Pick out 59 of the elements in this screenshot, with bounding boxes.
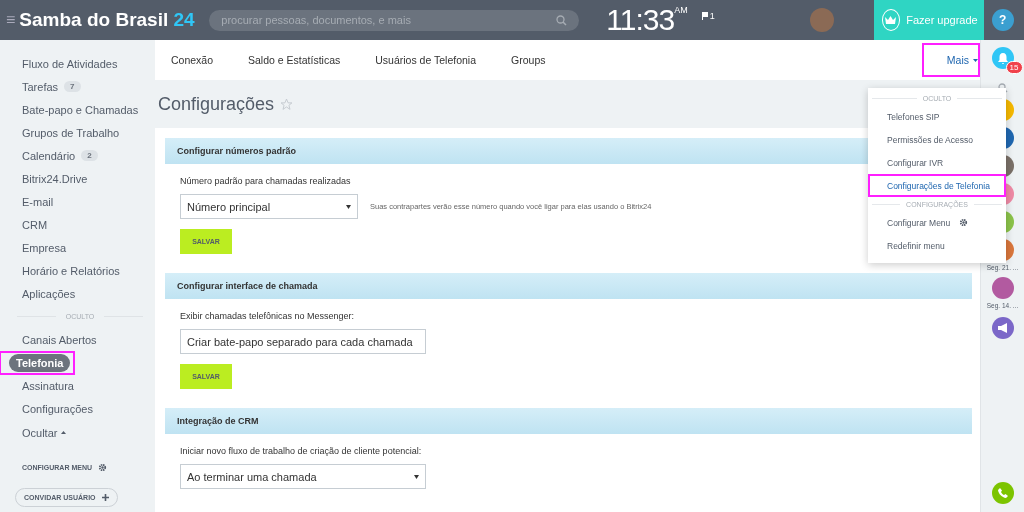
more-tab[interactable]: Mais xyxy=(946,50,978,70)
bell-icon xyxy=(997,52,1008,64)
sidebar-item[interactable]: Assinatura xyxy=(9,376,81,395)
menu-item[interactable]: Permissões de Acesso xyxy=(868,128,1006,151)
dropdown-select[interactable]: Número principal xyxy=(180,194,358,219)
sidebar-item[interactable]: Telefonia xyxy=(9,353,71,372)
caret-icon xyxy=(61,431,67,434)
sidebar-item[interactable]: Aplicações xyxy=(9,284,83,303)
search-field[interactable]: procurar pessoas, documentos, e mais xyxy=(209,9,580,31)
notification-badge: 15 xyxy=(1005,61,1023,74)
section-header: Integração de CRM xyxy=(165,408,972,434)
sidebar-item[interactable]: Bitrix24.Drive xyxy=(9,169,95,188)
contact-avatar[interactable] xyxy=(991,277,1014,299)
plus-icon xyxy=(101,494,109,501)
gear-icon xyxy=(959,218,969,227)
sidebar-item[interactable]: Fluxo de Atividades xyxy=(9,54,125,73)
sidebar-item[interactable]: Calendário 2 xyxy=(9,146,105,165)
menu-item[interactable]: Redefinir menu xyxy=(868,234,1006,257)
counter-badge: 7 xyxy=(64,81,81,92)
flag-counter[interactable]: 1 xyxy=(701,11,715,21)
field-label: Iniciar novo fluxo de trabalho de criação de cliente potencial: xyxy=(180,446,422,456)
field-label: Número padrão para chamadas realizadas xyxy=(180,176,351,186)
sidebar-item[interactable]: E-mail xyxy=(9,192,61,211)
phone-button[interactable] xyxy=(991,482,1014,504)
counter-badge: 2 xyxy=(81,150,98,161)
sidebar-item[interactable]: CRM xyxy=(9,215,55,234)
menu-item[interactable]: Telefones SIP xyxy=(868,105,1006,128)
clock: 11:33$^{AM}$ xyxy=(606,3,688,37)
avatar[interactable] xyxy=(809,8,834,32)
sidebar-item[interactable]: Canais Abertos xyxy=(9,330,104,349)
caret-icon xyxy=(346,204,351,209)
dropdown-select[interactable]: Ao terminar uma chamada xyxy=(180,464,426,489)
sidebar-item[interactable]: Empresa xyxy=(9,238,74,257)
sidebar-item[interactable]: Horário e Relatórios xyxy=(9,261,127,280)
tab[interactable]: Saldo e Estatísticas xyxy=(248,50,341,70)
tab[interactable]: Groups xyxy=(511,50,546,70)
sidebar-item[interactable]: Bate-papo e Chamadas xyxy=(9,100,146,119)
phone-icon xyxy=(997,488,1008,498)
tab[interactable]: Conexão xyxy=(171,50,214,70)
megaphone-icon[interactable] xyxy=(991,317,1014,339)
hide-toggle[interactable]: Ocultar xyxy=(9,420,155,445)
sidebar-item[interactable]: Configurações xyxy=(9,399,100,418)
tab[interactable]: Usuários de Telefonia xyxy=(375,50,477,70)
sidebar-item[interactable]: Tarefas 7 xyxy=(9,77,88,96)
field-label: Exibir chamadas telefônicas no Messenger: xyxy=(180,311,355,321)
menu-item[interactable]: Configurações de Telefonia xyxy=(870,176,1004,195)
page-title: Configurações xyxy=(158,93,275,115)
gear-icon xyxy=(98,463,107,472)
portal-title: Samba do Brasil 24 xyxy=(19,9,196,31)
menu-item[interactable]: Configurar Menu xyxy=(868,211,1006,234)
menu-item[interactable]: Configurar IVR xyxy=(868,151,1006,174)
section-header: Configurar interface de chamada xyxy=(165,273,972,299)
search-icon[interactable] xyxy=(556,14,568,26)
caret-icon xyxy=(973,58,978,62)
flag-icon xyxy=(701,12,708,20)
sidebar-item[interactable]: Grupos de Trabalho xyxy=(9,123,127,142)
caret-icon xyxy=(414,474,419,479)
star-icon[interactable] xyxy=(280,97,294,111)
dropdown-select[interactable]: Criar bate-papo separado para cada chamada xyxy=(180,329,426,354)
